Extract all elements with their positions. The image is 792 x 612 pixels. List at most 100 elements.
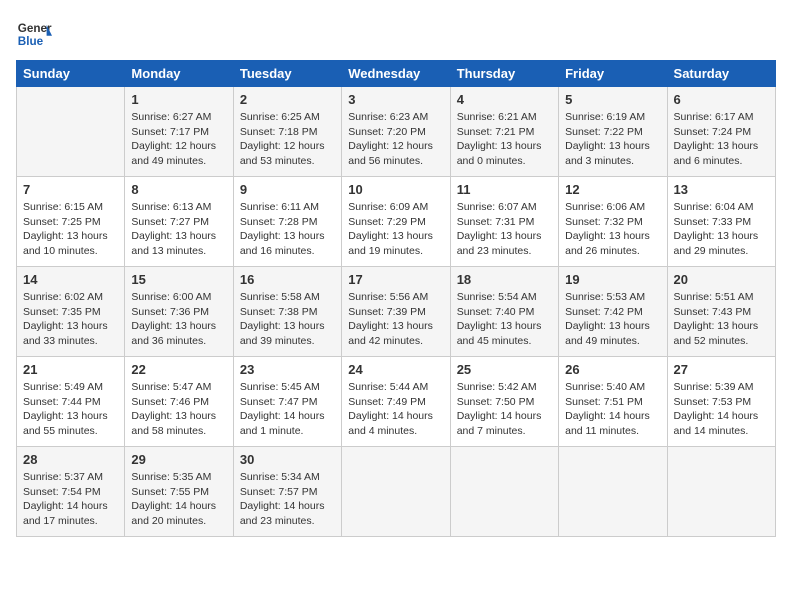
day-number: 23	[240, 362, 335, 377]
calendar-cell: 9 Sunrise: 6:11 AM Sunset: 7:28 PM Daylig…	[233, 177, 341, 267]
cell-content: Sunrise: 5:34 AM Sunset: 7:57 PM Dayligh…	[240, 470, 335, 529]
day-header-tuesday: Tuesday	[233, 61, 341, 87]
day-number: 12	[565, 182, 660, 197]
calendar-cell	[17, 87, 125, 177]
calendar-cell: 25 Sunrise: 5:42 AM Sunset: 7:50 PM Dayli…	[450, 357, 558, 447]
calendar-week-row: 1Sunrise: 6:27 AM Sunset: 7:17 PM Daylig…	[17, 87, 776, 177]
day-header-monday: Monday	[125, 61, 233, 87]
calendar-cell: 12 Sunrise: 6:06 AM Sunset: 7:32 PM Dayli…	[559, 177, 667, 267]
calendar-cell: 14Sunrise: 6:02 AM Sunset: 7:35 PM Dayli…	[17, 267, 125, 357]
day-header-thursday: Thursday	[450, 61, 558, 87]
day-number: 16	[240, 272, 335, 287]
cell-content: Sunrise: 6:21 AM Sunset: 7:21 PM Dayligh…	[457, 110, 552, 169]
day-number: 18	[457, 272, 552, 287]
calendar-cell: 27Sunrise: 5:39 AM Sunset: 7:53 PM Dayli…	[667, 357, 775, 447]
day-number: 8	[131, 182, 226, 197]
calendar-cell	[667, 447, 775, 537]
day-number: 29	[131, 452, 226, 467]
calendar-cell: 16 Sunrise: 5:58 AM Sunset: 7:38 PM Dayli…	[233, 267, 341, 357]
day-number: 19	[565, 272, 660, 287]
day-number: 5	[565, 92, 660, 107]
calendar-cell: 20 Sunrise: 5:51 AM Sunset: 7:43 PM Dayli…	[667, 267, 775, 357]
calendar-cell: 1Sunrise: 6:27 AM Sunset: 7:17 PM Daylig…	[125, 87, 233, 177]
calendar-week-row: 21 Sunrise: 5:49 AM Sunset: 7:44 PM Dayli…	[17, 357, 776, 447]
cell-content: Sunrise: 5:51 AM Sunset: 7:43 PM Dayligh…	[674, 290, 769, 349]
cell-content: Sunrise: 6:04 AM Sunset: 7:33 PM Dayligh…	[674, 200, 769, 259]
cell-content: Sunrise: 5:58 AM Sunset: 7:38 PM Dayligh…	[240, 290, 335, 349]
cell-content: Sunrise: 5:42 AM Sunset: 7:50 PM Dayligh…	[457, 380, 552, 439]
day-number: 11	[457, 182, 552, 197]
day-number: 3	[348, 92, 443, 107]
day-number: 9	[240, 182, 335, 197]
calendar-cell: 8 Sunrise: 6:13 AM Sunset: 7:27 PM Daylig…	[125, 177, 233, 267]
calendar-cell: 15 Sunrise: 6:00 AM Sunset: 7:36 PM Dayli…	[125, 267, 233, 357]
cell-content: Sunrise: 5:40 AM Sunset: 7:51 PM Dayligh…	[565, 380, 660, 439]
day-number: 6	[674, 92, 769, 107]
day-number: 13	[674, 182, 769, 197]
cell-content: Sunrise: 6:13 AM Sunset: 7:27 PM Dayligh…	[131, 200, 226, 259]
day-number: 21	[23, 362, 118, 377]
cell-content: Sunrise: 5:49 AM Sunset: 7:44 PM Dayligh…	[23, 380, 118, 439]
calendar-week-row: 28Sunrise: 5:37 AM Sunset: 7:54 PM Dayli…	[17, 447, 776, 537]
calendar-header-row: SundayMondayTuesdayWednesdayThursdayFrid…	[17, 61, 776, 87]
cell-content: Sunrise: 5:44 AM Sunset: 7:49 PM Dayligh…	[348, 380, 443, 439]
cell-content: Sunrise: 6:00 AM Sunset: 7:36 PM Dayligh…	[131, 290, 226, 349]
calendar-cell: 21 Sunrise: 5:49 AM Sunset: 7:44 PM Dayli…	[17, 357, 125, 447]
cell-content: Sunrise: 5:45 AM Sunset: 7:47 PM Dayligh…	[240, 380, 335, 439]
day-number: 7	[23, 182, 118, 197]
calendar-cell: 23 Sunrise: 5:45 AM Sunset: 7:47 PM Dayli…	[233, 357, 341, 447]
cell-content: Sunrise: 5:35 AM Sunset: 7:55 PM Dayligh…	[131, 470, 226, 529]
day-number: 25	[457, 362, 552, 377]
calendar-cell	[450, 447, 558, 537]
svg-text:Blue: Blue	[18, 35, 44, 48]
cell-content: Sunrise: 6:23 AM Sunset: 7:20 PM Dayligh…	[348, 110, 443, 169]
logo: General Blue	[16, 16, 52, 52]
cell-content: Sunrise: 6:07 AM Sunset: 7:31 PM Dayligh…	[457, 200, 552, 259]
day-number: 22	[131, 362, 226, 377]
calendar-cell: 28Sunrise: 5:37 AM Sunset: 7:54 PM Dayli…	[17, 447, 125, 537]
calendar-cell: 7 Sunrise: 6:15 AM Sunset: 7:25 PM Daylig…	[17, 177, 125, 267]
day-header-wednesday: Wednesday	[342, 61, 450, 87]
cell-content: Sunrise: 5:53 AM Sunset: 7:42 PM Dayligh…	[565, 290, 660, 349]
day-header-friday: Friday	[559, 61, 667, 87]
calendar-table: SundayMondayTuesdayWednesdayThursdayFrid…	[16, 60, 776, 537]
calendar-cell: 10Sunrise: 6:09 AM Sunset: 7:29 PM Dayli…	[342, 177, 450, 267]
day-number: 28	[23, 452, 118, 467]
calendar-week-row: 7 Sunrise: 6:15 AM Sunset: 7:25 PM Daylig…	[17, 177, 776, 267]
day-number: 26	[565, 362, 660, 377]
cell-content: Sunrise: 6:11 AM Sunset: 7:28 PM Dayligh…	[240, 200, 335, 259]
calendar-cell: 17 Sunrise: 5:56 AM Sunset: 7:39 PM Dayli…	[342, 267, 450, 357]
calendar-cell: 13 Sunrise: 6:04 AM Sunset: 7:33 PM Dayli…	[667, 177, 775, 267]
page-header: General Blue	[16, 16, 776, 52]
cell-content: Sunrise: 6:17 AM Sunset: 7:24 PM Dayligh…	[674, 110, 769, 169]
day-number: 15	[131, 272, 226, 287]
cell-content: Sunrise: 5:47 AM Sunset: 7:46 PM Dayligh…	[131, 380, 226, 439]
calendar-cell: 11 Sunrise: 6:07 AM Sunset: 7:31 PM Dayli…	[450, 177, 558, 267]
cell-content: Sunrise: 6:09 AM Sunset: 7:29 PM Dayligh…	[348, 200, 443, 259]
calendar-cell: 30 Sunrise: 5:34 AM Sunset: 7:57 PM Dayli…	[233, 447, 341, 537]
calendar-cell: 26 Sunrise: 5:40 AM Sunset: 7:51 PM Dayli…	[559, 357, 667, 447]
logo-icon: General Blue	[16, 16, 52, 52]
calendar-cell: 24 Sunrise: 5:44 AM Sunset: 7:49 PM Dayli…	[342, 357, 450, 447]
day-number: 2	[240, 92, 335, 107]
calendar-cell: 6 Sunrise: 6:17 AM Sunset: 7:24 PM Daylig…	[667, 87, 775, 177]
cell-content: Sunrise: 6:06 AM Sunset: 7:32 PM Dayligh…	[565, 200, 660, 259]
day-header-saturday: Saturday	[667, 61, 775, 87]
day-number: 17	[348, 272, 443, 287]
cell-content: Sunrise: 6:15 AM Sunset: 7:25 PM Dayligh…	[23, 200, 118, 259]
calendar-cell: 3 Sunrise: 6:23 AM Sunset: 7:20 PM Daylig…	[342, 87, 450, 177]
calendar-cell: 18 Sunrise: 5:54 AM Sunset: 7:40 PM Dayli…	[450, 267, 558, 357]
cell-content: Sunrise: 5:54 AM Sunset: 7:40 PM Dayligh…	[457, 290, 552, 349]
calendar-cell: 22 Sunrise: 5:47 AM Sunset: 7:46 PM Dayli…	[125, 357, 233, 447]
calendar-cell: 5Sunrise: 6:19 AM Sunset: 7:22 PM Daylig…	[559, 87, 667, 177]
day-number: 20	[674, 272, 769, 287]
day-number: 1	[131, 92, 226, 107]
day-number: 4	[457, 92, 552, 107]
calendar-cell	[559, 447, 667, 537]
day-number: 30	[240, 452, 335, 467]
cell-content: Sunrise: 5:56 AM Sunset: 7:39 PM Dayligh…	[348, 290, 443, 349]
calendar-week-row: 14Sunrise: 6:02 AM Sunset: 7:35 PM Dayli…	[17, 267, 776, 357]
day-header-sunday: Sunday	[17, 61, 125, 87]
day-number: 24	[348, 362, 443, 377]
calendar-cell: 29 Sunrise: 5:35 AM Sunset: 7:55 PM Dayli…	[125, 447, 233, 537]
